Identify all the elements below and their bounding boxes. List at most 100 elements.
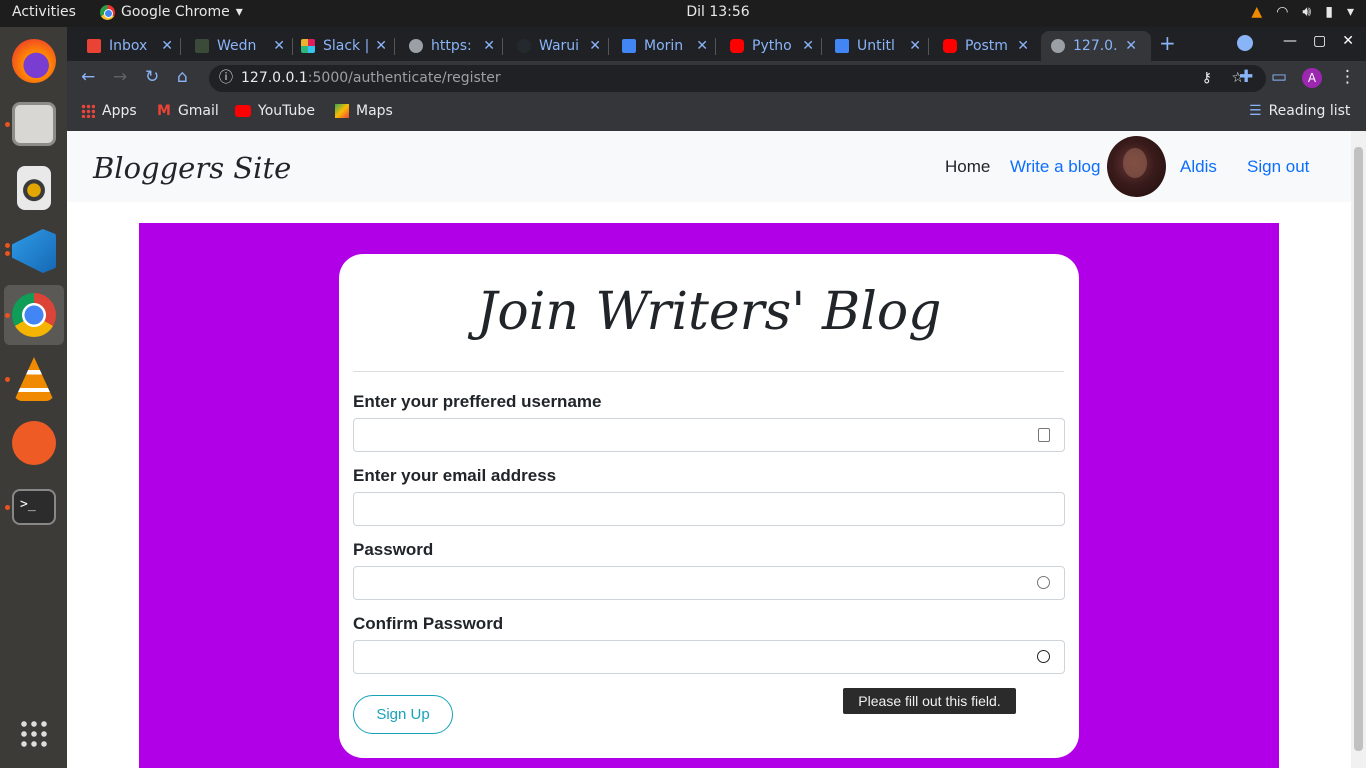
tab-warui[interactable]: Warui ✕ <box>517 31 609 61</box>
bookmark-maps[interactable]: Maps <box>335 103 393 119</box>
reload-icon[interactable]: ↻ <box>145 69 159 86</box>
close-icon[interactable]: ✕ <box>696 38 708 54</box>
tab-https[interactable]: https: ✕ <box>409 31 503 61</box>
cast-icon[interactable]: ▭ <box>1271 69 1287 86</box>
chevron-down-icon[interactable]: ▾ <box>1347 4 1354 20</box>
firefox-launcher[interactable] <box>4 31 64 91</box>
nav-write-blog[interactable]: Write a blog <box>1010 157 1100 177</box>
system-tray[interactable]: ▲ ◠ 🔊︎ ▮ ▾ <box>1251 4 1354 20</box>
chrome-launcher[interactable] <box>4 285 64 345</box>
terminal-launcher[interactable]: >_ <box>4 477 64 537</box>
info-icon[interactable]: ⓘ <box>219 65 233 92</box>
calendar-icon <box>622 39 636 53</box>
dock: >_ <box>0 27 67 768</box>
autofill-contact-icon[interactable] <box>1038 428 1050 442</box>
chrome-icon <box>12 293 56 337</box>
key-icon[interactable]: ⚷ <box>1202 65 1212 92</box>
sign-up-button[interactable]: Sign Up <box>353 695 453 734</box>
gmail-icon: M <box>157 103 171 119</box>
username-input[interactable] <box>353 418 1065 452</box>
maps-icon <box>335 104 349 118</box>
tab-localhost[interactable]: 127.0. ✕ <box>1041 31 1151 61</box>
tab-wedn[interactable]: Wedn ✕ <box>195 31 293 61</box>
vlc-icon <box>14 357 54 401</box>
avatar[interactable] <box>1107 136 1166 197</box>
postman-launcher[interactable] <box>4 413 64 473</box>
password-key-icon[interactable] <box>1037 650 1050 663</box>
extensions-icon[interactable]: ✚ <box>1239 69 1253 86</box>
battery-icon[interactable]: ▮ <box>1325 4 1333 20</box>
close-icon[interactable]: ✕ <box>802 38 814 54</box>
nav-sign-out[interactable]: Sign out <box>1247 157 1309 177</box>
wifi-icon[interactable]: ◠ <box>1276 4 1288 20</box>
bookmark-youtube[interactable]: YouTube <box>235 103 315 119</box>
confirm-password-input[interactable] <box>353 640 1065 674</box>
close-window-button[interactable]: ✕ <box>1342 33 1354 49</box>
minimize-button[interactable]: — <box>1283 33 1297 49</box>
youtube-icon <box>943 39 957 53</box>
password-input[interactable] <box>353 566 1065 600</box>
register-card: Join Writers' Blog Enter your preffered … <box>339 254 1079 758</box>
rhythmbox-launcher[interactable] <box>4 158 64 218</box>
close-icon[interactable]: ✕ <box>161 38 173 54</box>
nav-home[interactable]: Home <box>945 157 990 177</box>
home-icon[interactable]: ⌂ <box>177 69 188 86</box>
close-icon[interactable]: ✕ <box>273 38 285 54</box>
bookmark-apps[interactable]: Apps <box>81 103 137 119</box>
address-bar[interactable]: ⓘ 127.0.0.1:5000/authenticate/register ⚷… <box>209 65 1266 92</box>
nav-user[interactable]: Aldis <box>1180 157 1217 177</box>
github-icon <box>517 39 531 53</box>
divider <box>353 371 1064 372</box>
tab-label: Pytho <box>752 38 792 54</box>
running-indicator <box>5 122 10 127</box>
running-indicator <box>5 243 10 248</box>
tab-inbox[interactable]: Inbox ✕ <box>87 31 181 61</box>
tab-untitled[interactable]: Untitl ✕ <box>835 31 929 61</box>
close-icon[interactable]: ✕ <box>589 38 601 54</box>
site-brand[interactable]: Bloggers Site <box>93 151 291 185</box>
kebab-menu-icon[interactable]: ⋮ <box>1339 69 1356 86</box>
running-indicator <box>5 251 10 256</box>
vlc-launcher[interactable] <box>4 349 64 409</box>
profile-avatar[interactable]: A <box>1302 68 1322 88</box>
password-key-icon[interactable] <box>1037 576 1050 589</box>
close-icon[interactable]: ✕ <box>1125 38 1137 54</box>
back-arrow-icon[interactable]: ← <box>81 69 95 86</box>
register-section: Join Writers' Blog Enter your preffered … <box>139 223 1279 768</box>
tab-postman[interactable]: Postm ✕ <box>943 31 1029 61</box>
email-input[interactable] <box>353 492 1065 526</box>
close-icon[interactable]: ✕ <box>483 38 495 54</box>
tab-label: Untitl <box>857 38 895 54</box>
forward-arrow-icon[interactable]: → <box>113 69 127 86</box>
close-icon[interactable]: ✕ <box>375 38 387 54</box>
vscode-launcher[interactable] <box>4 221 64 281</box>
youtube-icon <box>235 105 251 117</box>
maximize-button[interactable]: ▢ <box>1313 33 1326 49</box>
show-apps-button[interactable] <box>4 704 64 764</box>
bookmark-label: Gmail <box>177 103 219 119</box>
tab-morin[interactable]: Morin ✕ <box>622 31 716 61</box>
tab-strip: Inbox ✕ Wedn ✕ Slack | ✕ https: ✕ Warui … <box>67 27 1366 61</box>
youtube-icon <box>730 39 744 53</box>
globe-icon <box>409 39 423 53</box>
close-icon[interactable]: ✕ <box>909 38 921 54</box>
vlc-tray-icon[interactable]: ▲ <box>1251 4 1262 20</box>
tab-search-icon[interactable] <box>1237 35 1253 51</box>
new-tab-button[interactable]: + <box>1159 31 1176 55</box>
tab-label: 127.0. <box>1073 38 1118 54</box>
clock[interactable]: Dil 13:56 <box>0 4 1366 20</box>
bookmark-gmail[interactable]: M Gmail <box>157 103 219 119</box>
files-launcher[interactable] <box>4 94 64 154</box>
close-icon[interactable]: ✕ <box>1017 38 1029 54</box>
tab-python[interactable]: Pytho ✕ <box>730 31 822 61</box>
page-scrollbar[interactable] <box>1351 131 1366 768</box>
reading-list[interactable]: ☰ Reading list <box>1249 103 1350 119</box>
tab-slack[interactable]: Slack | ✕ <box>301 31 395 61</box>
browser-toolbar: ← → ↻ ⌂ ⓘ 127.0.0.1:5000/authenticate/re… <box>67 61 1366 95</box>
volume-icon[interactable]: 🔊︎ <box>1302 4 1311 20</box>
scrollbar-thumb[interactable] <box>1354 147 1363 751</box>
terminal-icon: >_ <box>12 489 56 525</box>
tab-label: Slack | <box>323 38 370 54</box>
url-path: :5000/authenticate/register <box>307 70 501 86</box>
vscode-icon <box>12 229 56 273</box>
